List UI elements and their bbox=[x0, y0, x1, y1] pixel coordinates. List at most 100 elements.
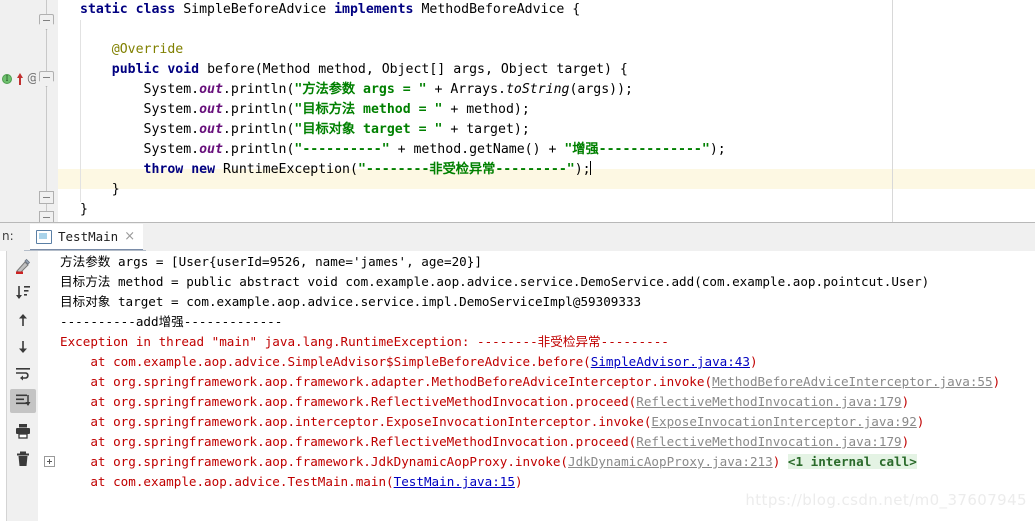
code-line[interactable]: public void before(Method method, Object… bbox=[58, 60, 1035, 80]
console-line[interactable]: Exception in thread "main" java.lang.Run… bbox=[60, 332, 669, 352]
code-line[interactable]: static class SimpleBeforeAdvice implemen… bbox=[58, 0, 1035, 20]
code-token-plain: RuntimeException( bbox=[215, 162, 358, 177]
stack-trace-link[interactable]: ReflectiveMethodInvocation.java:179 bbox=[636, 394, 901, 409]
stack-trace-link[interactable]: TestMain.java:15 bbox=[394, 474, 515, 489]
code-line[interactable]: @Override bbox=[58, 40, 1035, 60]
console-text: 目标对象 target = com.example.aop.advice.ser… bbox=[60, 294, 642, 309]
stack-trace-link[interactable]: JdkDynamicAopProxy.java:213 bbox=[568, 454, 773, 469]
console-text: at com.example.aop.advice.SimpleAdvisor$… bbox=[60, 354, 591, 369]
console-text: ) bbox=[901, 434, 910, 449]
code-token-plain: + target); bbox=[442, 122, 530, 137]
console-text: ) bbox=[916, 414, 925, 429]
code-token-fld: out bbox=[199, 142, 223, 157]
console-text: at org.springframework.aop.framework.ada… bbox=[60, 374, 713, 389]
fold-marker-method-end[interactable] bbox=[39, 191, 54, 204]
console-line[interactable]: at com.example.aop.advice.TestMain.main(… bbox=[60, 472, 523, 492]
code-line[interactable]: System.out.println("----------" + method… bbox=[58, 140, 1035, 160]
implements-method-icon[interactable]: I bbox=[2, 73, 13, 84]
code-token-str: "方法参数 args = " bbox=[294, 82, 427, 97]
clear-all-trash-icon[interactable] bbox=[10, 447, 36, 471]
code-token-str: "----------" bbox=[294, 142, 390, 157]
code-token-plain: MethodBeforeAdvice { bbox=[413, 2, 581, 17]
code-line[interactable]: System.out.println("目标方法 method = " + me… bbox=[58, 100, 1035, 120]
code-editor-pane: I @ static class SimpleBeforeAdvice impl… bbox=[0, 0, 1035, 222]
console-line[interactable]: at org.springframework.aop.framework.Jdk… bbox=[60, 452, 917, 472]
soft-wrap-icon[interactable] bbox=[10, 362, 36, 386]
console-text: ) bbox=[772, 454, 788, 469]
code-line[interactable]: } bbox=[58, 200, 1035, 220]
watermark-text: https://blog.csdn.net/m0_37607945 bbox=[745, 491, 1027, 509]
print-icon[interactable] bbox=[10, 419, 36, 443]
scroll-up-icon[interactable] bbox=[10, 308, 36, 332]
close-icon[interactable]: × bbox=[124, 230, 135, 243]
code-token-ann: @Override bbox=[80, 42, 184, 57]
code-line[interactable] bbox=[58, 20, 1035, 40]
editor-gutter[interactable]: I @ bbox=[0, 0, 39, 222]
code-line[interactable]: System.out.println("目标对象 target = " + ta… bbox=[58, 120, 1035, 140]
console-line[interactable]: at org.springframework.aop.framework.ada… bbox=[60, 372, 1000, 392]
text-caret bbox=[589, 161, 591, 175]
console-line[interactable]: ----------add增强------------- bbox=[60, 312, 282, 332]
fold-marker-class-end[interactable] bbox=[39, 211, 54, 222]
code-token-plain: System. bbox=[80, 142, 200, 157]
console-text: ) bbox=[749, 354, 758, 369]
tab-testmain[interactable]: TestMain × bbox=[30, 224, 144, 251]
code-token-fld: out bbox=[199, 82, 223, 97]
code-text-area[interactable]: static class SimpleBeforeAdvice implemen… bbox=[58, 0, 1035, 222]
fold-marker-method[interactable] bbox=[39, 71, 54, 87]
gutter-marker-group[interactable]: I @ bbox=[2, 71, 39, 85]
code-token-plain: System. bbox=[80, 82, 200, 97]
expand-internal-calls-icon[interactable] bbox=[44, 456, 55, 467]
console-text: Exception in thread "main" java.lang.Run… bbox=[60, 334, 669, 349]
code-folding-strip[interactable] bbox=[36, 0, 58, 222]
console-line[interactable]: 方法参数 args = [User{userId=9526, name='jam… bbox=[60, 252, 482, 272]
run-tool-window: n: TestMain × 方法参数 args = [User{userId=9… bbox=[0, 222, 1035, 521]
override-arrow-icon[interactable] bbox=[16, 72, 24, 85]
code-token-fld: out bbox=[199, 122, 223, 137]
console-text: 方法参数 args = [User{userId=9526, name='jam… bbox=[60, 254, 482, 269]
code-token-str: "目标方法 method = " bbox=[294, 102, 443, 117]
code-token-str: "--------非受检异常---------" bbox=[357, 162, 575, 177]
stack-trace-link[interactable]: SimpleAdvisor.java:43 bbox=[591, 354, 750, 369]
code-token-plain: ); bbox=[709, 142, 726, 157]
fold-marker-class[interactable] bbox=[39, 14, 54, 30]
sort-alphabetically-icon[interactable] bbox=[10, 281, 36, 305]
console-text: ) bbox=[514, 474, 523, 489]
console-line[interactable]: at org.springframework.aop.framework.Ref… bbox=[60, 432, 909, 452]
console-line[interactable]: at org.springframework.aop.framework.Ref… bbox=[60, 392, 909, 412]
code-token-plain: .println( bbox=[222, 102, 295, 117]
run-tab-bar: n: TestMain × bbox=[0, 223, 1035, 253]
scroll-to-end-icon[interactable] bbox=[10, 389, 36, 413]
code-token-plain: } bbox=[80, 202, 88, 217]
console-text: ) bbox=[901, 394, 910, 409]
scroll-down-icon[interactable] bbox=[10, 335, 36, 359]
console-line[interactable]: at org.springframework.aop.interceptor.E… bbox=[60, 412, 924, 432]
code-token-plain: SimpleBeforeAdvice bbox=[175, 2, 335, 17]
code-token-plain: + method); bbox=[442, 102, 530, 117]
stack-trace-link[interactable]: ExposeInvocationInterceptor.java:92 bbox=[651, 414, 916, 429]
stack-trace-link[interactable]: MethodBeforeAdviceInterceptor.java:55 bbox=[712, 374, 993, 389]
code-line[interactable]: } bbox=[58, 180, 1035, 200]
console-output[interactable]: 方法参数 args = [User{userId=9526, name='jam… bbox=[38, 251, 1035, 521]
console-text: at org.springframework.aop.interceptor.E… bbox=[60, 414, 652, 429]
code-token-plain: .println( bbox=[222, 142, 295, 157]
console-text: at com.example.aop.advice.TestMain.main( bbox=[60, 474, 394, 489]
console-line[interactable]: 目标方法 method = public abstract void com.e… bbox=[60, 272, 929, 292]
code-token-plain: .println( bbox=[222, 82, 295, 97]
code-token-plain: } bbox=[80, 182, 120, 197]
code-token-plain: + method.getName() + bbox=[389, 142, 565, 157]
code-token-plain: (args)); bbox=[569, 82, 634, 97]
code-token-kw: class bbox=[135, 2, 176, 17]
stack-trace-link[interactable]: ReflectiveMethodInvocation.java:179 bbox=[636, 434, 901, 449]
code-line[interactable]: System.out.println("方法参数 args = " + Arra… bbox=[58, 80, 1035, 100]
console-text: at org.springframework.aop.framework.Jdk… bbox=[60, 454, 568, 469]
console-line[interactable]: 目标对象 target = com.example.aop.advice.ser… bbox=[60, 292, 641, 312]
rerun-failed-tests-icon[interactable] bbox=[10, 254, 36, 278]
code-token-itl: toString bbox=[505, 82, 570, 97]
code-token-kw: throw bbox=[143, 162, 184, 177]
code-line[interactable]: throw new RuntimeException("--------非受检异… bbox=[58, 160, 1035, 180]
console-line[interactable]: at com.example.aop.advice.SimpleAdvisor$… bbox=[60, 352, 758, 372]
